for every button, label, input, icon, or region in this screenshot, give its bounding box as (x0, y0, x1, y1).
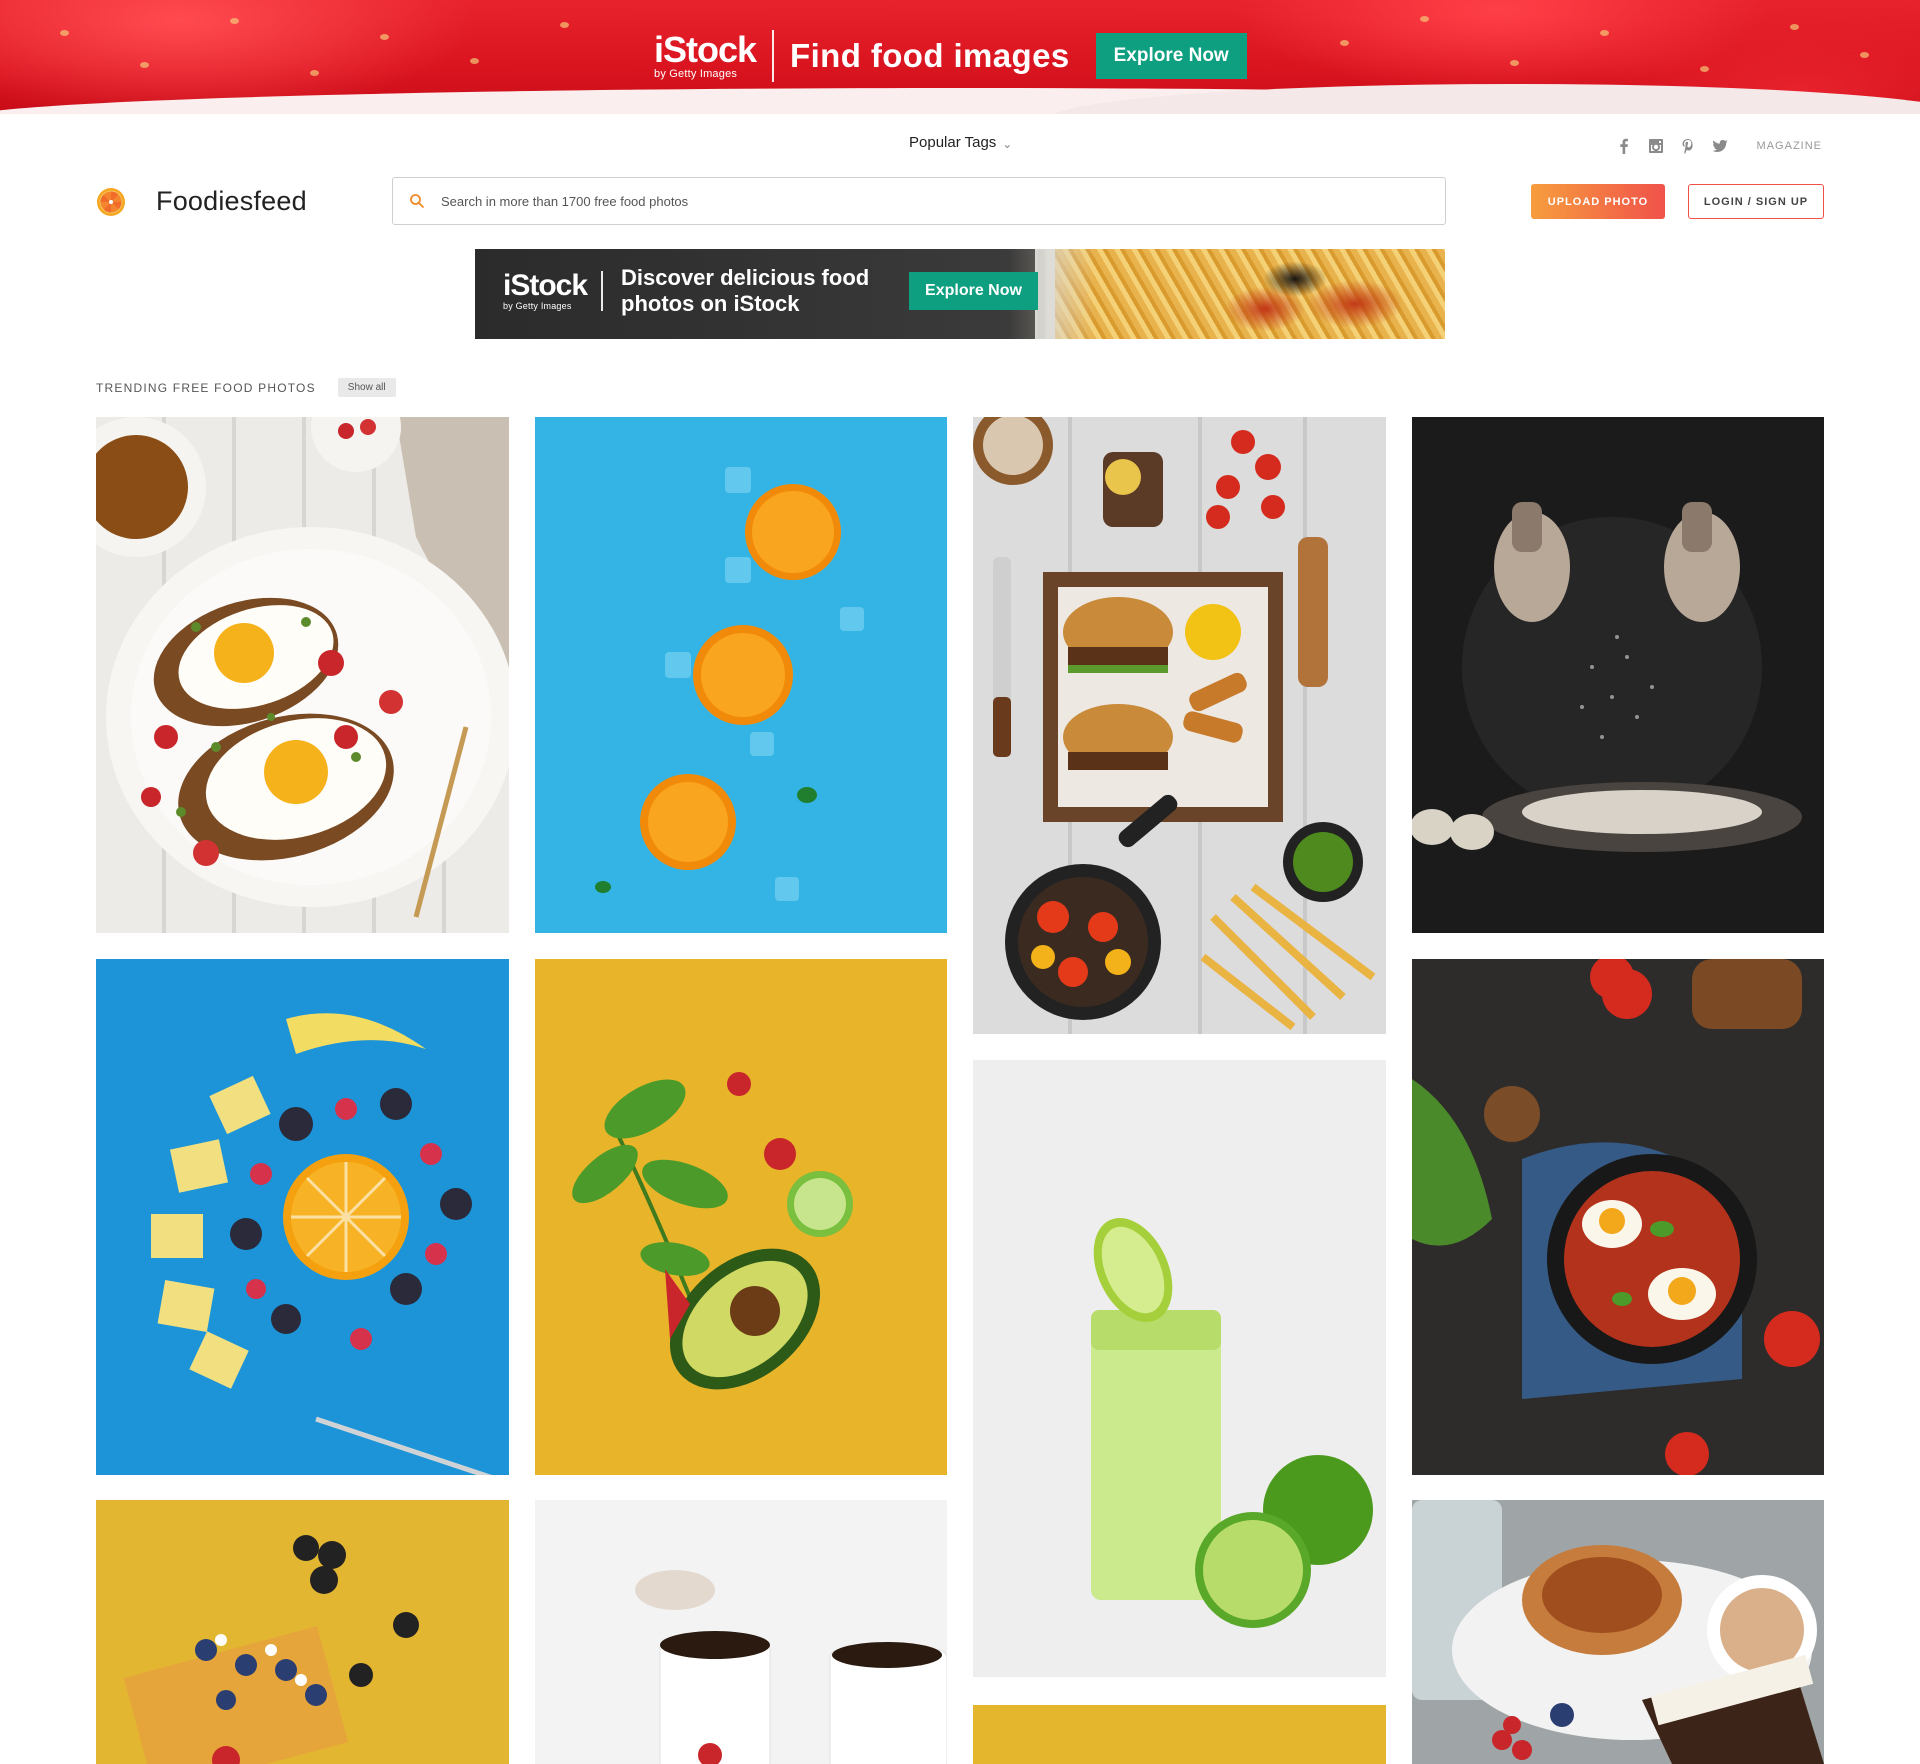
istock-brand-sub: by Getty Images (503, 301, 572, 311)
photo-orange-slices[interactable] (535, 417, 947, 933)
search-icon (410, 194, 424, 208)
upload-photo-button[interactable]: UPLOAD PHOTO (1531, 184, 1665, 219)
popular-tags-dropdown[interactable]: Popular Tags ⌄ (909, 134, 1012, 151)
photo-yellow-partial[interactable] (973, 1705, 1386, 1764)
secondary-ad-banner[interactable]: iStock by Getty Images Discover deliciou… (475, 249, 1445, 339)
photo-coffee-cups[interactable] (535, 1500, 947, 1764)
photo-pastry-cafe[interactable] (1412, 1500, 1824, 1764)
istock-brand-sub: by Getty Images (654, 68, 738, 80)
secondary-ad-headline: Discover delicious food photos on iStock (621, 265, 870, 316)
istock-brand: iStock (503, 269, 588, 302)
top-ad-banner[interactable]: iStock by Getty Images Find food images … (0, 0, 1920, 114)
photo-eggs-toast[interactable] (96, 417, 509, 933)
site-logo[interactable]: Foodiesfeed (96, 186, 307, 217)
photo-fruit-spiral[interactable] (96, 959, 509, 1475)
instagram-icon[interactable] (1647, 137, 1665, 155)
social-links: MAGAZINE (1615, 137, 1822, 155)
secondary-ad-explore-button[interactable]: Explore Now (909, 272, 1038, 310)
top-ad-headline: Find food images (790, 37, 1070, 74)
istock-logo: iStock by Getty Images (654, 29, 757, 80)
istock-logo: iStock by Getty Images (503, 269, 588, 311)
photo-flour-hands[interactable] (1412, 417, 1824, 933)
photo-lime-drink[interactable] (973, 1060, 1386, 1677)
login-signup-button[interactable]: LOGIN / SIGN UP (1688, 184, 1824, 219)
banner-divider (772, 30, 775, 82)
chevron-down-icon: ⌄ (1002, 136, 1013, 151)
photo-shakshuka[interactable] (1412, 959, 1824, 1475)
photo-waffles-berries[interactable] (96, 1500, 509, 1764)
magazine-link[interactable]: MAGAZINE (1757, 140, 1822, 152)
twitter-icon[interactable] (1711, 137, 1729, 155)
trending-header: TRENDING FREE FOOD PHOTOS Show all (96, 378, 396, 397)
popular-tags-label: Popular Tags (909, 134, 997, 151)
pasta-ad-image (1035, 249, 1445, 339)
photo-burger-platter[interactable] (973, 417, 1386, 1034)
site-name: Foodiesfeed (156, 186, 307, 216)
photo-flying-avocado[interactable] (535, 959, 947, 1475)
trending-title: TRENDING FREE FOOD PHOTOS (96, 380, 316, 395)
search-bar[interactable] (392, 177, 1446, 225)
top-ad-explore-button[interactable]: Explore Now (1095, 33, 1247, 79)
search-input[interactable] (439, 192, 1445, 210)
pinterest-icon[interactable] (1679, 137, 1697, 155)
banner-divider (601, 271, 604, 311)
facebook-icon[interactable] (1615, 137, 1633, 155)
orange-slice-logo-icon (97, 187, 125, 216)
show-all-button[interactable]: Show all (337, 378, 396, 397)
istock-brand: iStock (654, 29, 757, 70)
